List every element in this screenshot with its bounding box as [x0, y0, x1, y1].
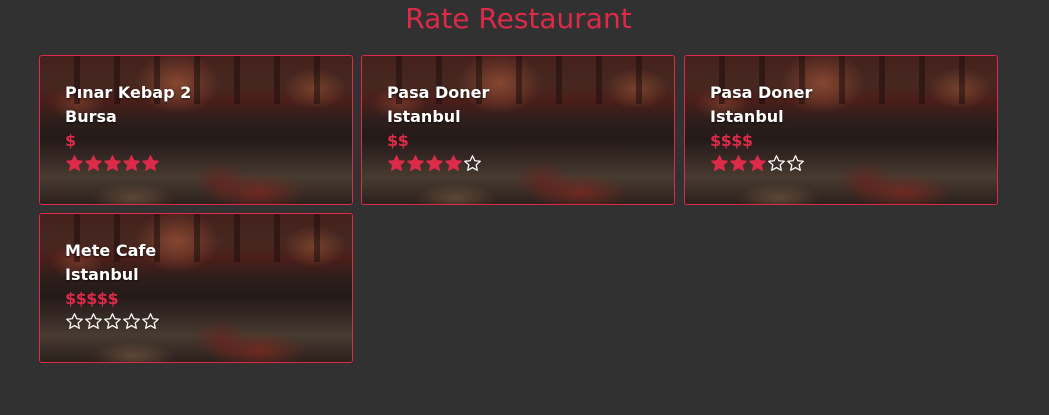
- star-filled-icon[interactable]: [748, 154, 767, 173]
- star-empty-icon[interactable]: [767, 154, 786, 173]
- restaurant-card[interactable]: Pınar Kebap 2 Bursa $: [39, 55, 353, 205]
- card-content: Mete Cafe Istanbul $$$$$: [65, 239, 160, 332]
- restaurant-card[interactable]: Pasa Doner Istanbul $$$$: [684, 55, 998, 205]
- star-empty-icon[interactable]: [141, 312, 160, 331]
- card-content: Pasa Doner Istanbul $$$$: [710, 81, 812, 174]
- star-filled-icon[interactable]: [729, 154, 748, 173]
- star-rating[interactable]: [387, 152, 489, 174]
- star-filled-icon[interactable]: [141, 154, 160, 173]
- star-filled-icon[interactable]: [387, 154, 406, 173]
- restaurant-name: Pasa Doner: [710, 83, 813, 102]
- page-title: Rate Restaurant: [405, 2, 632, 35]
- price-level: $$: [387, 131, 409, 150]
- star-filled-icon[interactable]: [406, 154, 425, 173]
- star-rating[interactable]: [65, 310, 160, 332]
- price-level: $$$$: [710, 131, 753, 150]
- star-filled-icon[interactable]: [103, 154, 122, 173]
- star-empty-icon[interactable]: [103, 312, 122, 331]
- price-level: $: [65, 131, 76, 150]
- card-content: Pınar Kebap 2 Bursa $: [65, 81, 191, 174]
- restaurant-city: Istanbul: [65, 265, 139, 284]
- star-empty-icon[interactable]: [463, 154, 482, 173]
- star-empty-icon[interactable]: [122, 312, 141, 331]
- restaurant-city: Bursa: [65, 107, 117, 126]
- restaurant-card[interactable]: Pasa Doner Istanbul $$: [361, 55, 675, 205]
- restaurant-name: Pınar Kebap 2: [65, 83, 192, 102]
- restaurant-name: Pasa Doner: [387, 83, 490, 102]
- star-filled-icon[interactable]: [444, 154, 463, 173]
- restaurant-name: Mete Cafe: [65, 241, 157, 260]
- star-empty-icon[interactable]: [786, 154, 805, 173]
- star-rating[interactable]: [65, 152, 191, 174]
- restaurant-city: Istanbul: [710, 107, 784, 126]
- restaurant-city: Istanbul: [387, 107, 461, 126]
- price-level: $$$$$: [65, 289, 119, 308]
- star-filled-icon[interactable]: [84, 154, 103, 173]
- card-content: Pasa Doner Istanbul $$: [387, 81, 489, 174]
- star-filled-icon[interactable]: [425, 154, 444, 173]
- star-filled-icon[interactable]: [65, 154, 84, 173]
- star-empty-icon[interactable]: [84, 312, 103, 331]
- star-filled-icon[interactable]: [710, 154, 729, 173]
- star-rating[interactable]: [710, 152, 812, 174]
- restaurant-card[interactable]: Mete Cafe Istanbul $$$$$: [39, 213, 353, 363]
- star-empty-icon[interactable]: [65, 312, 84, 331]
- star-filled-icon[interactable]: [122, 154, 141, 173]
